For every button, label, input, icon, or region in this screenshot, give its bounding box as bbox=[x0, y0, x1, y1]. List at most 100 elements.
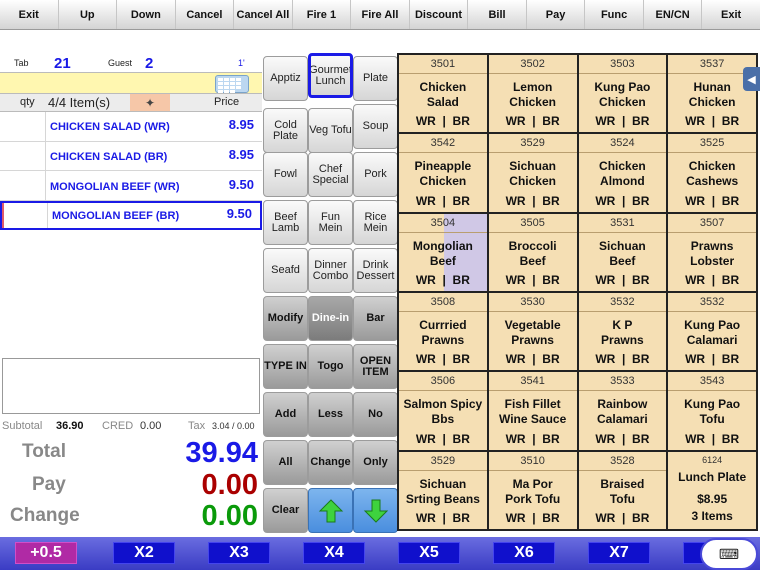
menu-item-button[interactable]: 3505 Broccoli Beef WR | BR bbox=[488, 213, 577, 291]
side-panel-tab-icon[interactable]: ◀ bbox=[743, 67, 760, 91]
less-button[interactable]: Less bbox=[308, 392, 353, 437]
category-plate-button[interactable]: Plate bbox=[353, 56, 398, 101]
x3-button[interactable]: X3 bbox=[208, 542, 270, 564]
toolbar-language-button[interactable]: EN/CN bbox=[644, 0, 703, 29]
toolbar-fire-all-button[interactable]: Fire All bbox=[351, 0, 410, 29]
menu-item-button[interactable]: 3529 Sichuan Srting Beans WR | BR bbox=[399, 451, 487, 529]
menu-item-button[interactable]: 3502 Lemon Chicken WR | BR bbox=[488, 55, 577, 133]
menu-item-button[interactable]: 3503 Kung Pao Chicken WR | BR bbox=[578, 55, 667, 133]
add-button[interactable]: Add bbox=[263, 392, 308, 437]
category-seafood-button[interactable]: Seafd bbox=[263, 248, 308, 293]
x4-button[interactable]: X4 bbox=[303, 542, 365, 564]
category-cold-plate-button[interactable]: Cold Plate bbox=[263, 108, 308, 153]
order-row[interactable]: MONGOLIAN BEEF (WR) 9.50 bbox=[0, 171, 262, 201]
item-size-options[interactable]: WR | BR bbox=[579, 273, 667, 287]
lunch-plate-button[interactable]: 6124 Lunch Plate $8.95 3 Items bbox=[668, 451, 756, 529]
item-size-options[interactable]: WR | BR bbox=[579, 194, 667, 208]
item-size-options[interactable]: WR | BR bbox=[668, 273, 756, 287]
menu-item-button[interactable]: 3532 Kung Pao Calamari WR | BR bbox=[668, 293, 756, 371]
item-size-options[interactable]: WR | BR bbox=[399, 114, 487, 128]
category-fowl-button[interactable]: Fowl bbox=[263, 152, 308, 197]
toolbar-func-button[interactable]: Func bbox=[585, 0, 644, 29]
order-note-area[interactable] bbox=[2, 358, 260, 414]
plus-half-button[interactable]: +0.5 bbox=[15, 542, 77, 564]
order-row[interactable]: CHICKEN SALAD (BR) 8.95 bbox=[0, 141, 262, 171]
category-apptiz-button[interactable]: Apptiz bbox=[263, 56, 308, 101]
menu-item-button[interactable]: 3528 Braised Tofu WR | BR bbox=[578, 451, 667, 529]
menu-item-button[interactable]: 3537 Hunan Chicken WR | BR bbox=[668, 55, 756, 133]
item-size-options[interactable]: WR | BR bbox=[489, 114, 577, 128]
item-size-options[interactable]: WR | BR bbox=[489, 432, 577, 446]
no-button[interactable]: No bbox=[353, 392, 398, 437]
item-size-options[interactable]: WR | BR bbox=[668, 432, 756, 446]
item-size-options[interactable]: WR | BR bbox=[399, 273, 487, 287]
menu-item-button[interactable]: 3529 Sichuan Chicken WR | BR bbox=[488, 134, 577, 212]
item-size-options[interactable]: WR | BR bbox=[399, 432, 487, 446]
guest-count[interactable]: 2 bbox=[145, 55, 153, 72]
bar-button[interactable]: Bar bbox=[353, 296, 398, 341]
item-size-options[interactable]: WR | BR bbox=[399, 194, 487, 208]
menu-item-button[interactable]: 3510 Ma Por Pork Tofu WR | BR bbox=[488, 451, 577, 529]
table-layout-icon[interactable] bbox=[215, 75, 249, 93]
clear-button[interactable]: Clear bbox=[263, 488, 308, 533]
menu-item-button[interactable]: 3504 Mongolian Beef WR | BR bbox=[399, 213, 487, 291]
open-item-button[interactable]: OPEN ITEM bbox=[353, 344, 398, 389]
menu-item-button[interactable]: 3543 Kung Pao Tofu WR | BR bbox=[668, 372, 756, 450]
x7-button[interactable]: X7 bbox=[588, 542, 650, 564]
category-chef-special-button[interactable]: Chef Special bbox=[308, 152, 353, 197]
toolbar-exit-button[interactable]: Exit bbox=[0, 0, 59, 29]
item-size-options[interactable]: WR | BR bbox=[579, 114, 667, 128]
category-drink-dessert-button[interactable]: Drink Dessert bbox=[353, 248, 398, 293]
all-button[interactable]: All bbox=[263, 440, 308, 485]
scroll-down-button[interactable] bbox=[353, 488, 398, 533]
tab-number[interactable]: 21 bbox=[54, 55, 71, 72]
toolbar-bill-button[interactable]: Bill bbox=[468, 0, 527, 29]
toolbar-cancel-button[interactable]: Cancel bbox=[176, 0, 235, 29]
menu-item-button[interactable]: 3530 Vegetable Prawns WR | BR bbox=[488, 293, 577, 371]
toolbar-exit-button-2[interactable]: Exit bbox=[702, 0, 760, 29]
category-rice-mein-button[interactable]: Rice Mein bbox=[353, 200, 398, 245]
togo-button[interactable]: Togo bbox=[308, 344, 353, 389]
order-row-selected[interactable]: MONGOLIAN BEEF (BR) 9.50 bbox=[0, 200, 262, 230]
item-size-options[interactable]: WR | BR bbox=[579, 352, 667, 366]
toolbar-discount-button[interactable]: Discount bbox=[410, 0, 469, 29]
toolbar-up-button[interactable]: Up bbox=[59, 0, 118, 29]
item-size-options[interactable]: WR | BR bbox=[399, 511, 487, 525]
category-veg-tofu-button[interactable]: Veg Tofu bbox=[308, 108, 353, 153]
x2-button[interactable]: X2 bbox=[113, 542, 175, 564]
scroll-up-button[interactable] bbox=[308, 488, 353, 533]
item-size-options[interactable]: WR | BR bbox=[489, 273, 577, 287]
category-dinner-combo-button[interactable]: Dinner Combo bbox=[308, 248, 353, 293]
menu-item-button[interactable]: 3501 Chicken Salad WR | BR bbox=[399, 55, 487, 133]
item-size-options[interactable]: WR | BR bbox=[579, 432, 667, 446]
menu-item-button[interactable]: 3542 Pineapple Chicken WR | BR bbox=[399, 134, 487, 212]
customer-info-bar[interactable] bbox=[0, 72, 262, 94]
menu-item-button[interactable]: 3541 Fish Fillet Wine Sauce WR | BR bbox=[488, 372, 577, 450]
toolbar-cancel-all-button[interactable]: Cancel All bbox=[234, 0, 293, 29]
category-beef-lamb-button[interactable]: Beef Lamb bbox=[263, 200, 308, 245]
order-row[interactable]: CHICKEN SALAD (WR) 8.95 bbox=[0, 112, 262, 142]
menu-item-button[interactable]: 3524 Chicken Almond WR | BR bbox=[578, 134, 667, 212]
menu-item-button[interactable]: 3532 K P Prawns WR | BR bbox=[578, 293, 667, 371]
item-size-options[interactable]: WR | BR bbox=[399, 352, 487, 366]
category-pork-button[interactable]: Pork bbox=[353, 152, 398, 197]
menu-item-button[interactable]: 3506 Salmon Spicy Bbs WR | BR bbox=[399, 372, 487, 450]
modify-button[interactable]: Modify bbox=[263, 296, 308, 341]
only-button[interactable]: Only bbox=[353, 440, 398, 485]
menu-item-button[interactable]: 3507 Prawns Lobster WR | BR bbox=[668, 213, 756, 291]
toolbar-down-button[interactable]: Down bbox=[117, 0, 176, 29]
dine-in-button[interactable]: Dine-in bbox=[308, 296, 353, 341]
expand-icon[interactable]: ✦ bbox=[130, 94, 170, 111]
item-size-options[interactable]: WR | BR bbox=[668, 352, 756, 366]
change-button[interactable]: Change bbox=[308, 440, 353, 485]
item-size-options[interactable]: WR | BR bbox=[489, 352, 577, 366]
menu-item-button[interactable]: 3525 Chicken Cashews WR | BR bbox=[668, 134, 756, 212]
menu-item-button[interactable]: 3508 Currried Prawns WR | BR bbox=[399, 293, 487, 371]
menu-item-button[interactable]: 3533 Rainbow Calamari WR | BR bbox=[578, 372, 667, 450]
keyboard-icon[interactable]: ⌨ bbox=[700, 538, 758, 570]
item-size-options[interactable]: WR | BR bbox=[668, 194, 756, 208]
item-size-options[interactable]: WR | BR bbox=[579, 511, 667, 525]
item-size-options[interactable]: WR | BR bbox=[668, 114, 756, 128]
menu-item-button[interactable]: 3531 Sichuan Beef WR | BR bbox=[578, 213, 667, 291]
item-size-options[interactable]: WR | BR bbox=[489, 194, 577, 208]
